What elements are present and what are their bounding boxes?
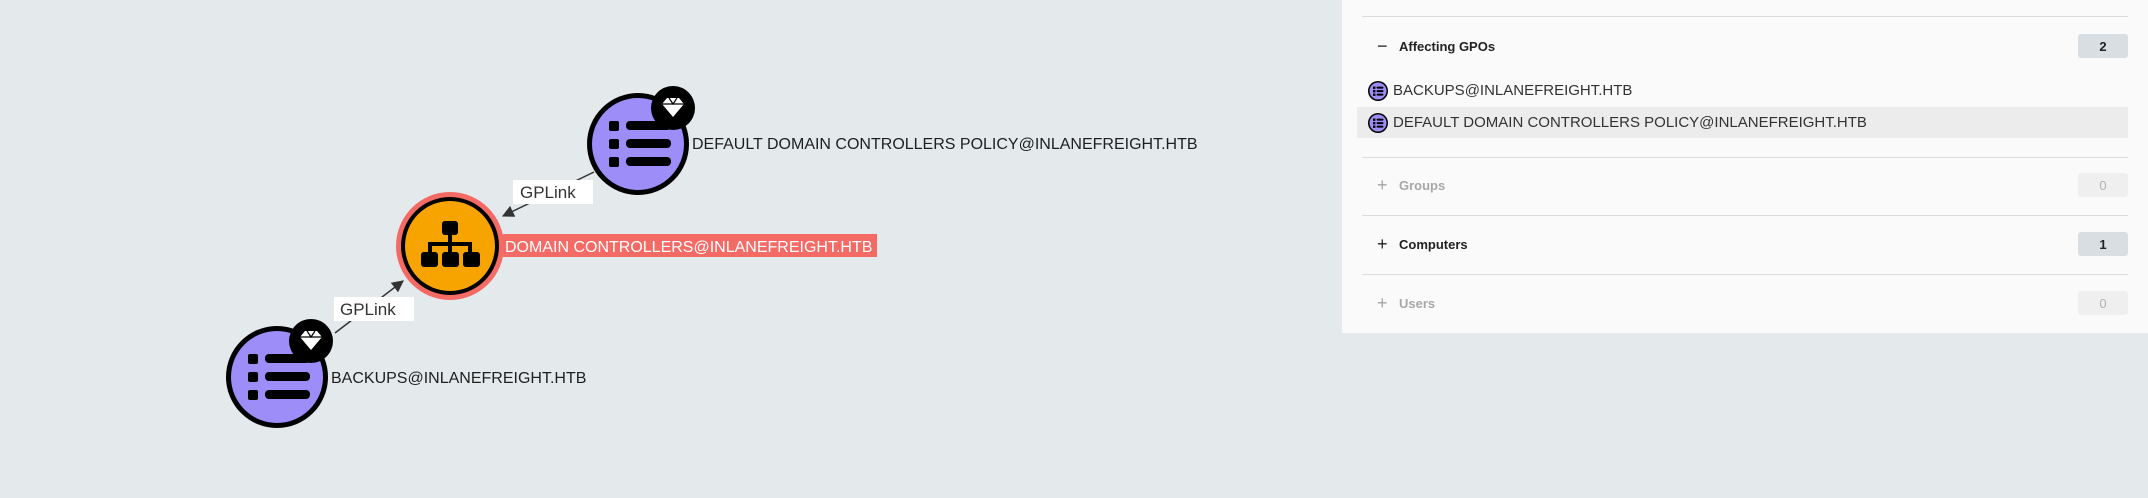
expand-icon[interactable]: + xyxy=(1377,294,1397,312)
divider xyxy=(1362,215,2128,216)
gpo-list-icon xyxy=(248,354,310,400)
section-computers[interactable]: + Computers 1 xyxy=(1362,226,2128,262)
edge-label: GPLink xyxy=(340,300,396,319)
gem-icon xyxy=(651,86,695,130)
divider xyxy=(1362,157,2128,158)
gpo-icon xyxy=(1368,80,1388,101)
node-default-dc-policy[interactable]: DEFAULT DOMAIN CONTROLLERS POLICY@INLANE… xyxy=(587,86,1198,195)
gpo-list-item[interactable]: BACKUPS@INLANEFREIGHT.HTB xyxy=(1357,75,2128,106)
edge-gplink-backups[interactable]: GPLink xyxy=(334,280,414,334)
count-badge: 0 xyxy=(2078,173,2128,197)
section-title: Computers xyxy=(1399,236,1468,252)
count-badge: 2 xyxy=(2078,34,2128,58)
graph-canvas[interactable]: GPLink GPLink DEFAULT DOMAIN CONTROLLERS… xyxy=(0,0,1342,498)
section-users[interactable]: + Users 0 xyxy=(1362,285,2128,321)
count-badge: 1 xyxy=(2078,232,2128,256)
node-info-panel: − Affecting GPOs 2 BACKUPS@INLANEFREIGHT… xyxy=(1342,0,2148,333)
gpo-list-icon xyxy=(609,121,671,167)
gpo-list-item[interactable]: DEFAULT DOMAIN CONTROLLERS POLICY@INLANE… xyxy=(1357,107,2128,138)
divider xyxy=(1362,274,2128,275)
node-backups[interactable]: BACKUPS@INLANEFREIGHT.HTB xyxy=(226,319,586,428)
section-affecting-gpos[interactable]: − Affecting GPOs 2 xyxy=(1362,28,2128,64)
section-title: Affecting GPOs xyxy=(1399,38,1496,54)
gpo-icon xyxy=(1368,112,1388,133)
node-domain-controllers[interactable]: DOMAIN CONTROLLERS@INLANEFREIGHT.HTB xyxy=(396,192,877,300)
expand-icon[interactable]: + xyxy=(1377,235,1397,253)
collapse-icon[interactable]: − xyxy=(1377,37,1397,55)
count-badge: 0 xyxy=(2078,291,2128,315)
expand-icon[interactable]: + xyxy=(1377,176,1397,194)
divider xyxy=(1362,16,2128,17)
gem-icon xyxy=(289,319,333,363)
node-label: BACKUPS@INLANEFREIGHT.HTB xyxy=(331,370,586,387)
gpo-item-label: DEFAULT DOMAIN CONTROLLERS POLICY@INLANE… xyxy=(1393,114,1867,131)
edge-label: GPLink xyxy=(520,183,576,202)
section-groups[interactable]: + Groups 0 xyxy=(1362,167,2128,203)
node-label: DOMAIN CONTROLLERS@INLANEFREIGHT.HTB xyxy=(505,239,872,256)
section-title: Users xyxy=(1399,295,1436,311)
edge-gplink-policy[interactable]: GPLink xyxy=(501,171,595,217)
gpo-item-label: BACKUPS@INLANEFREIGHT.HTB xyxy=(1393,82,1633,99)
section-title: Groups xyxy=(1399,177,1446,193)
node-label: DEFAULT DOMAIN CONTROLLERS POLICY@INLANE… xyxy=(692,136,1198,153)
